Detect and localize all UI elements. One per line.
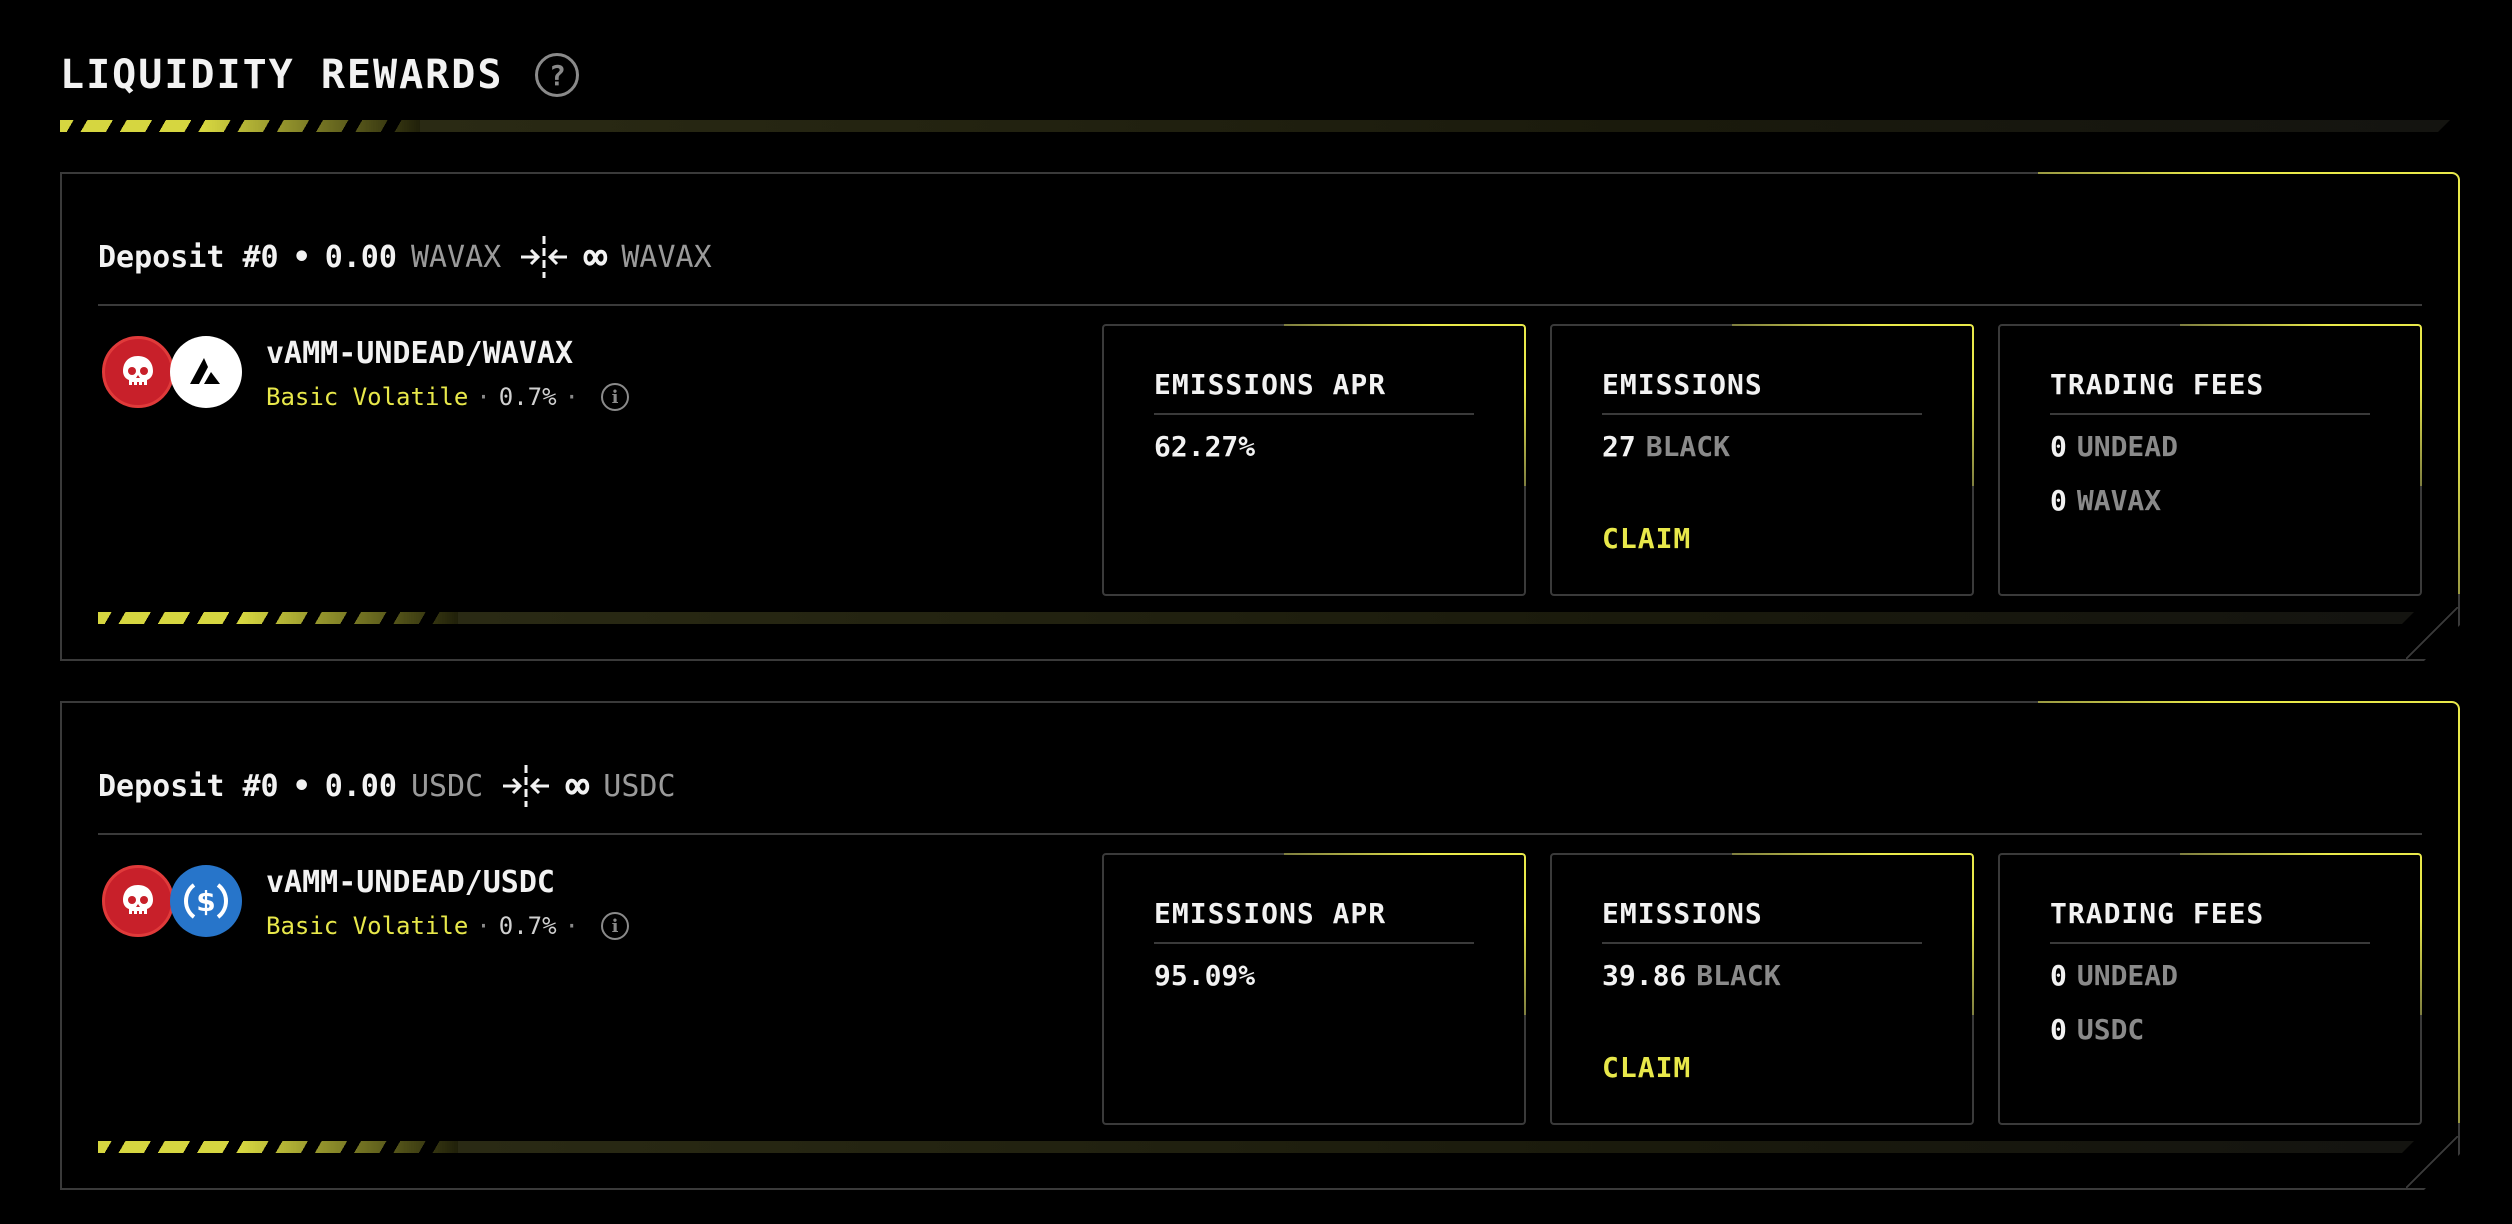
card-stripe-bar [98, 612, 2414, 624]
deposit-separator: • [292, 239, 311, 275]
svg-text:$: $ [196, 885, 215, 918]
trading-fees-panel: TRADING FEES 0 UNDEAD 0 WAVAX [1998, 324, 2422, 596]
deposit-card: Deposit #0 • 0.00 USDC ∞ USDC $ vAMM-UND… [60, 701, 2460, 1190]
fee-row-a: 0 UNDEAD [2050, 959, 2178, 992]
avalanche-icon [170, 336, 242, 408]
emissions-panel: EMISSIONS 39.86 BLACK CLAIM [1550, 853, 1974, 1125]
token-pair-icons: $ [102, 865, 242, 940]
pool-name: vAMM-UNDEAD/WAVAX [266, 336, 574, 371]
claim-button[interactable]: CLAIM [1602, 1051, 1691, 1084]
deposit-min-token: WAVAX [410, 239, 502, 275]
emissions-label: EMISSIONS [1602, 897, 1922, 944]
emissions-apr-value: 95.09% [1154, 959, 1256, 992]
fee-row-b: 0 USDC [2050, 1013, 2144, 1046]
emissions-apr-panel: EMISSIONS APR 62.27% [1102, 324, 1526, 596]
pool-meta: Basic Volatile · 0.7% · i [266, 383, 629, 411]
corner-cut [2406, 607, 2458, 659]
emissions-apr-label: EMISSIONS APR [1154, 897, 1474, 944]
token-pair-icons [102, 336, 242, 411]
deposit-header: Deposit #0 • 0.00 USDC ∞ USDC [98, 763, 676, 809]
help-icon[interactable]: ? [535, 53, 580, 97]
infinity-symbol: ∞ [565, 763, 590, 809]
skull-icon [102, 336, 174, 408]
fee-token-a: UNDEAD [2076, 959, 2179, 992]
range-arrows-icon [501, 763, 551, 809]
infinity-symbol: ∞ [583, 234, 608, 280]
meta-dot: · [476, 383, 491, 411]
fee-token-b: USDC [2076, 1013, 2145, 1046]
fee-row-a: 0 UNDEAD [2050, 430, 2178, 463]
emissions-label: EMISSIONS [1602, 368, 1922, 415]
card-stripe-bar [98, 1141, 2414, 1153]
pool-fee: 0.7% [498, 912, 557, 940]
emissions-unit: BLACK [1645, 430, 1731, 463]
emissions-unit: BLACK [1696, 959, 1781, 992]
deposit-amount: 0.00 [324, 768, 397, 804]
claim-button[interactable]: CLAIM [1602, 522, 1691, 555]
emissions-panel: EMISSIONS 27 BLACK CLAIM [1550, 324, 1974, 596]
trading-fees-panel: TRADING FEES 0 UNDEAD 0 USDC [1998, 853, 2422, 1125]
pool-summary: $ vAMM-UNDEAD/USDC Basic Volatile · 0.7%… [102, 865, 629, 940]
deposit-max-token: WAVAX [621, 239, 712, 275]
trading-fees-label: TRADING FEES [2050, 368, 2370, 415]
info-icon[interactable]: i [601, 912, 629, 940]
emissions-value-row: 27 BLACK [1602, 430, 1730, 463]
fee-row-b: 0 WAVAX [2050, 484, 2161, 517]
card-divider [98, 304, 2422, 306]
emissions-apr-panel: EMISSIONS APR 95.09% [1102, 853, 1526, 1125]
meta-dot: · [564, 383, 579, 411]
deposit-max-token: USDC [603, 768, 676, 804]
deposit-header: Deposit #0 • 0.00 WAVAX ∞ WAVAX [98, 234, 712, 280]
liquidity-rewards-page: LIQUIDITY REWARDS ? Deposit #0 • 0.00 WA… [0, 0, 2512, 1224]
emissions-value-row: 39.86 BLACK [1602, 959, 1781, 992]
header-stripe-divider [60, 120, 2450, 132]
pool-info: vAMM-UNDEAD/USDC Basic Volatile · 0.7% ·… [266, 865, 629, 940]
fee-value-b: 0 [2050, 484, 2067, 517]
usdc-icon: $ [170, 865, 242, 937]
pool-fee: 0.7% [498, 383, 557, 411]
emissions-apr-label: EMISSIONS APR [1154, 368, 1474, 415]
fee-token-b: WAVAX [2076, 484, 2162, 517]
fee-value-b: 0 [2050, 1013, 2067, 1046]
deposit-label: Deposit #0 [98, 768, 279, 804]
emissions-value: 39.86 [1602, 959, 1687, 992]
fee-value-a: 0 [2050, 959, 2067, 992]
info-icon[interactable]: i [601, 383, 629, 411]
pool-summary: vAMM-UNDEAD/WAVAX Basic Volatile · 0.7% … [102, 336, 629, 411]
meta-dot: · [564, 912, 579, 940]
pool-info: vAMM-UNDEAD/WAVAX Basic Volatile · 0.7% … [266, 336, 629, 411]
pool-type: Basic Volatile [266, 912, 469, 940]
pool-type: Basic Volatile [266, 383, 469, 411]
deposit-label: Deposit #0 [98, 239, 279, 275]
fee-value-a: 0 [2050, 430, 2067, 463]
pool-meta: Basic Volatile · 0.7% · i [266, 912, 629, 940]
meta-dot: · [476, 912, 491, 940]
card-divider [98, 833, 2422, 835]
emissions-value: 27 [1602, 430, 1636, 463]
deposit-separator: • [292, 768, 311, 804]
deposit-card: Deposit #0 • 0.00 WAVAX ∞ WAVAX vAMM-UND… [60, 172, 2460, 661]
page-title: LIQUIDITY REWARDS [60, 52, 504, 98]
corner-cut [2406, 1136, 2458, 1188]
fee-token-a: UNDEAD [2076, 430, 2179, 463]
deposit-min-token: USDC [410, 768, 484, 804]
skull-icon [102, 865, 174, 937]
emissions-apr-value: 62.27% [1154, 430, 1256, 463]
range-arrows-icon [519, 234, 569, 280]
page-header: LIQUIDITY REWARDS ? [60, 52, 580, 98]
trading-fees-label: TRADING FEES [2050, 897, 2370, 944]
deposit-amount: 0.00 [324, 239, 397, 275]
pool-name: vAMM-UNDEAD/USDC [266, 865, 555, 900]
